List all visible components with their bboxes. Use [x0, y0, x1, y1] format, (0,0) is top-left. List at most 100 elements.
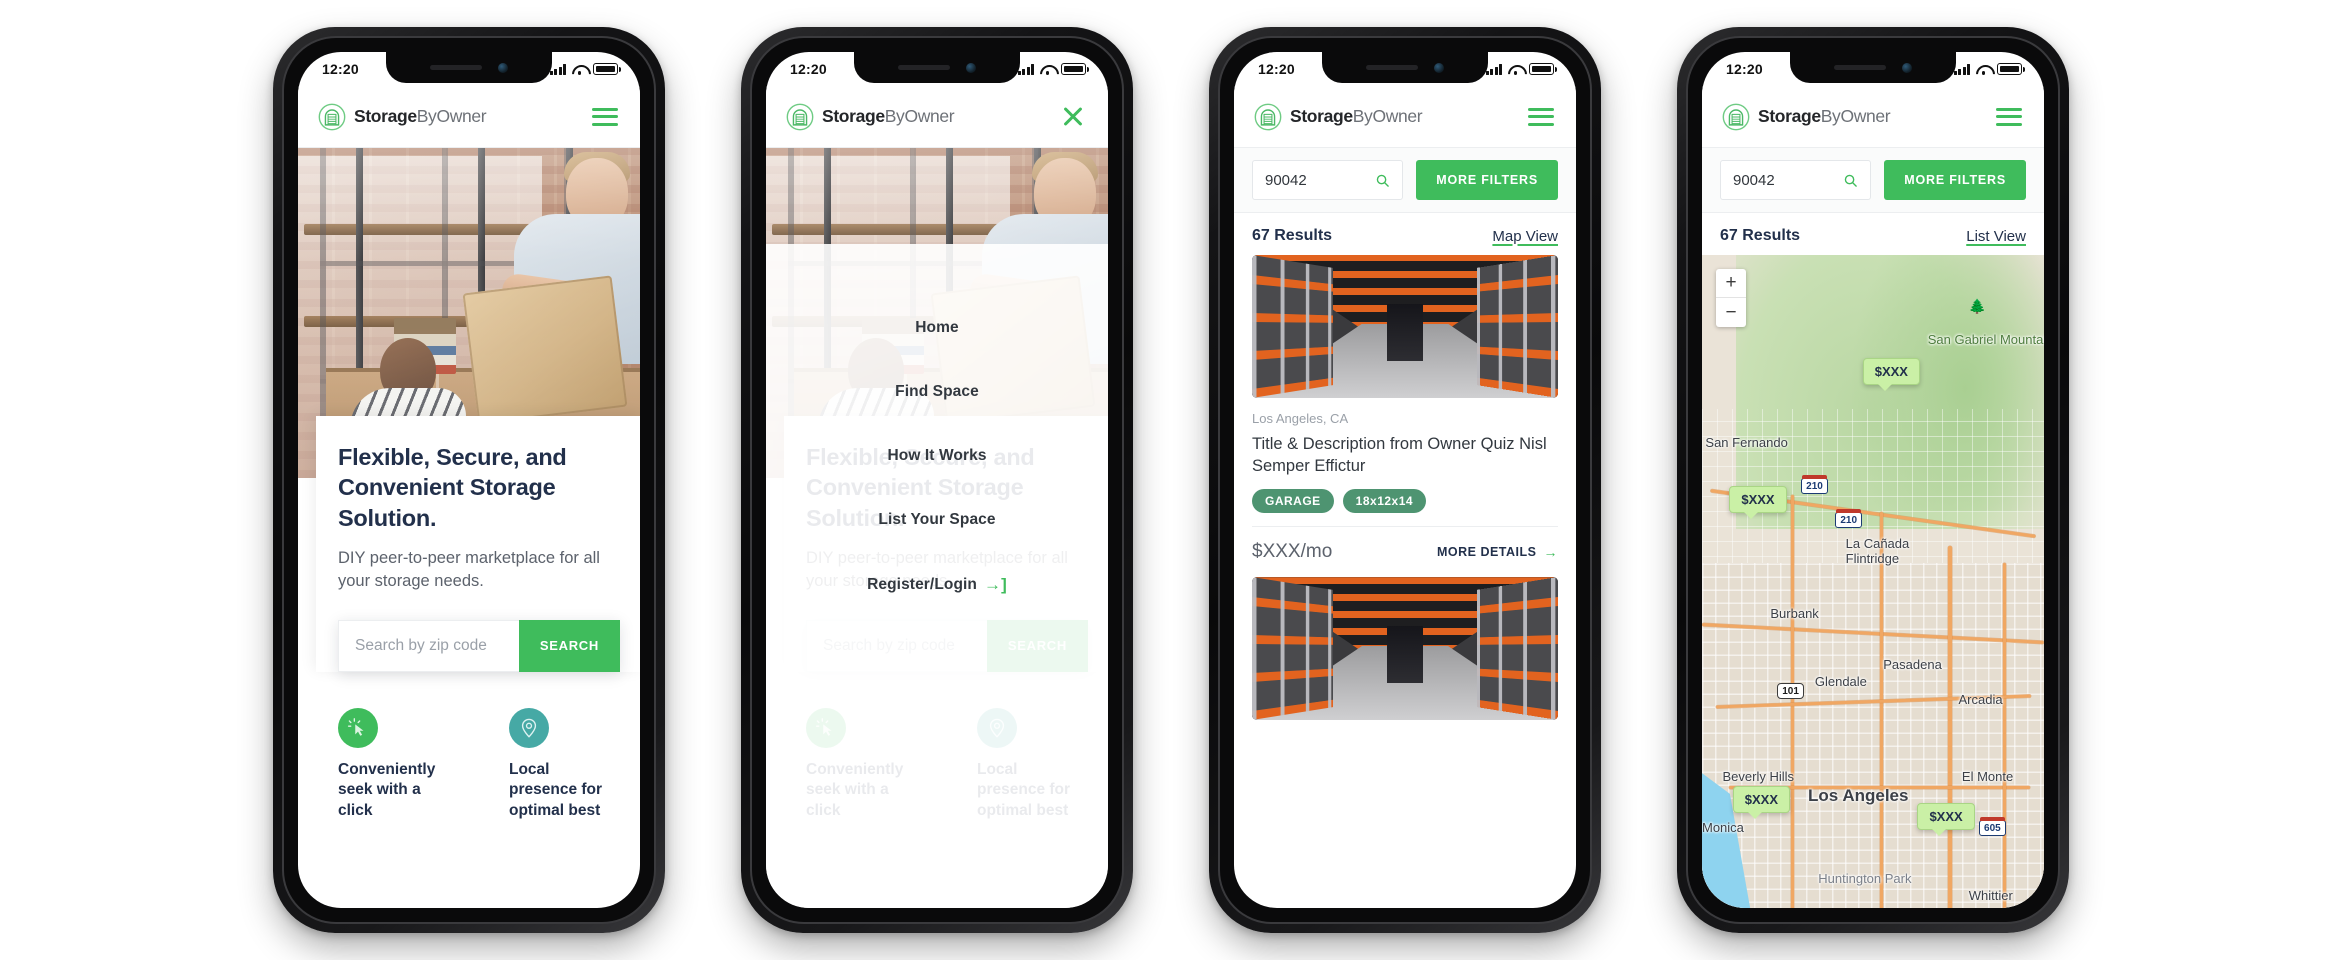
phone-bezel-inner: 12:20: [1686, 36, 2060, 924]
highway-shield-605: 605: [1979, 816, 2006, 836]
map-label-arcadia: Arcadia: [1958, 691, 2003, 707]
brand-name: StorageByOwner: [822, 106, 955, 127]
brand-name: StorageByOwner: [354, 106, 487, 127]
wifi-icon: [572, 64, 587, 76]
phone-map-view: 12:20 StorageByOwner 90042 MORE FILTERS …: [1677, 27, 2069, 933]
menu-item-register-login[interactable]: Register/Login →]: [867, 552, 1007, 618]
phone-list-view: 12:20 StorageByOwner 90042 MORE FILTERS …: [1209, 27, 1601, 933]
map-view-toggle[interactable]: Map View: [1492, 228, 1558, 245]
brand-name-light: ByOwner: [884, 106, 955, 126]
arrow-right-icon: →: [1543, 544, 1558, 561]
map-label-el-monte: El Monte: [1961, 768, 2014, 784]
feature-item: Local presence for optimal best: [509, 708, 618, 821]
feature-title: Conveniently seek with a click: [338, 761, 436, 819]
hamburger-menu-icon[interactable]: [592, 107, 618, 126]
zoom-in-button[interactable]: +: [1716, 269, 1746, 298]
close-x-icon[interactable]: [1060, 104, 1086, 130]
status-time: 12:20: [790, 61, 827, 77]
menu-item-home[interactable]: Home: [915, 296, 958, 360]
search-icon: [1845, 174, 1858, 187]
brand-name-light: ByOwner: [1352, 106, 1423, 126]
brand-logo-link[interactable]: StorageByOwner: [786, 103, 955, 131]
listing-title: Title & Description from Owner Quiz Nisl…: [1252, 435, 1547, 476]
map-price-pin[interactable]: $XXX: [1729, 486, 1787, 520]
zip-search-input[interactable]: 90042: [1720, 160, 1872, 200]
battery-full-icon: [1997, 63, 2026, 75]
brand-name-light: ByOwner: [416, 106, 487, 126]
listing-city: Los Angeles, CA: [1252, 411, 1349, 426]
feature-list: Conveniently seek with a click Local pre…: [316, 708, 640, 821]
status-indicators: [549, 63, 622, 76]
zip-value: 90042: [1733, 171, 1775, 189]
phone-mockup-stage: 12:20 StorageByOwner Flexible, Secure, a…: [0, 0, 2342, 960]
search-button[interactable]: SEARCH: [518, 619, 620, 672]
map-canvas[interactable]: + − 🌲 San Gabriel Mountains National Mon…: [1702, 255, 2044, 908]
listing-card[interactable]: [1252, 577, 1558, 721]
map-label-burbank: Burbank: [1770, 605, 1819, 621]
listing-card[interactable]: Los Angeles, CA Title & Description from…: [1252, 255, 1558, 564]
map-price-pin[interactable]: $XXX: [1862, 357, 1920, 391]
status-indicators: [1017, 63, 1090, 76]
listing-photo: [1252, 577, 1558, 721]
brand-name-bold: Storage: [822, 106, 885, 126]
listing-tags: GARAGE 18x12x14: [1252, 489, 1558, 514]
arrow-right-icon: →]: [984, 575, 1007, 594]
earpiece-speaker: [1366, 65, 1418, 70]
hero-subtext: DIY peer-to-peer marketplace for all you…: [338, 548, 600, 591]
search-input[interactable]: Search by zip code: [338, 619, 519, 672]
listing-photo: [1252, 255, 1558, 398]
zip-search-input[interactable]: 90042: [1252, 160, 1404, 200]
menu-item-label: Register/Login: [867, 576, 978, 593]
phone-notch: [854, 52, 1020, 83]
cellular-bars-icon: [1485, 64, 1502, 75]
phone-menu: 12:20 StorageByOwner Home Find Space How…: [741, 27, 1133, 933]
brand-logo-link[interactable]: StorageByOwner: [1722, 103, 1891, 131]
map-label-glendale: Glendale: [1814, 674, 1867, 690]
wifi-icon: [1976, 64, 1991, 76]
wifi-icon: [1508, 64, 1523, 76]
highway-shield-210: 210: [1801, 474, 1828, 494]
highway-shield-210-b: 210: [1835, 508, 1863, 528]
map-price-pin[interactable]: $XXX: [1732, 785, 1791, 819]
search-icon: [1377, 174, 1390, 187]
hamburger-menu-icon[interactable]: [1996, 107, 2022, 126]
map-label-los-angeles: Los Angeles: [1808, 785, 1909, 805]
brand-name-bold: Storage: [354, 106, 417, 126]
location-pin-icon: [509, 708, 549, 748]
more-details-label: MORE DETAILS: [1436, 545, 1537, 560]
more-filters-button[interactable]: MORE FILTERS: [1884, 160, 2026, 200]
front-camera: [1902, 62, 1912, 73]
status-indicators: [1485, 63, 1558, 76]
phone-notch: [1322, 52, 1488, 83]
menu-item-list-your-space[interactable]: List Your Space: [878, 488, 995, 552]
screen-list-view: 12:20 StorageByOwner 90042 MORE FILTERS …: [1234, 52, 1576, 908]
map-price-pin[interactable]: $XXX: [1917, 802, 1975, 836]
more-filters-button[interactable]: MORE FILTERS: [1416, 160, 1558, 200]
menu-item-how-it-works[interactable]: How It Works: [887, 424, 986, 488]
feature-title: Local presence for optimal best: [509, 761, 603, 819]
more-details-link[interactable]: MORE DETAILS →: [1437, 544, 1558, 560]
listing-price: $XXX/mo: [1252, 541, 1333, 563]
list-view-toggle[interactable]: List View: [1966, 228, 2026, 245]
earpiece-speaker: [898, 65, 950, 70]
highway-shield-101: 101: [1777, 683, 1804, 699]
screen-map-view: 12:20 StorageByOwner 90042 MORE FILTERS …: [1702, 52, 2044, 908]
phone-notch: [1790, 52, 1956, 83]
brand-name: StorageByOwner: [1290, 106, 1423, 127]
status-indicators: [1953, 63, 2026, 76]
results-count: 67 Results: [1720, 227, 1801, 244]
map-zoom-controls: + −: [1716, 269, 1746, 327]
storage-garage-icon: [318, 103, 346, 130]
results-bar: 67 Results Map View: [1234, 213, 1576, 255]
filter-bar: 90042 MORE FILTERS: [1234, 148, 1576, 213]
battery-full-icon: [1529, 63, 1558, 75]
site-header: StorageByOwner: [766, 86, 1108, 148]
zoom-out-button[interactable]: −: [1716, 298, 1746, 327]
earpiece-speaker: [430, 65, 482, 70]
hero-content-card: Flexible, Secure, and Convenient Storage…: [316, 416, 640, 672]
brand-logo-link[interactable]: StorageByOwner: [318, 103, 487, 131]
menu-item-find-space[interactable]: Find Space: [895, 360, 979, 424]
front-camera: [498, 62, 508, 73]
hamburger-menu-icon[interactable]: [1528, 107, 1554, 126]
brand-logo-link[interactable]: StorageByOwner: [1254, 103, 1423, 131]
